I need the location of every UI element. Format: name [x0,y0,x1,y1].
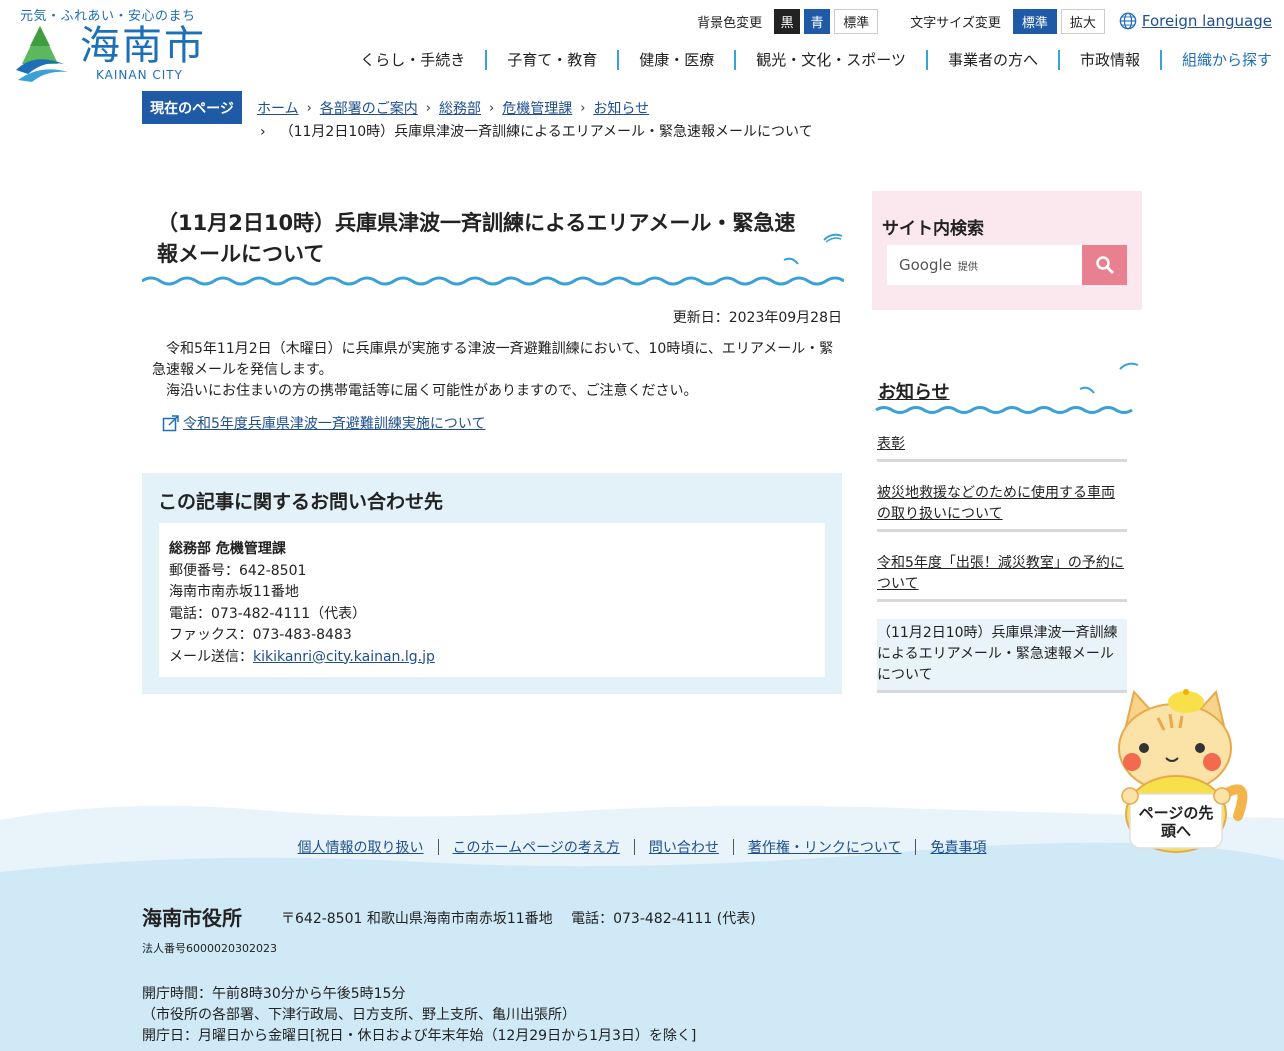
footer-link-disclaimer[interactable]: 免責事項 [916,837,1000,857]
footer-links: 個人情報の取り扱い このホームページの考え方 問い合わせ 著作権・リンクについて… [0,822,1284,872]
contact-mail-link[interactable]: kikikanri@city.kainan.lg.jp [253,649,435,665]
breadcrumb-crisis-management[interactable]: 危機管理課 [502,98,572,118]
provided-label: 提供 [957,261,978,273]
breadcrumb-general-affairs[interactable]: 総務部 [439,98,481,118]
chevron-right-icon: › [306,100,312,116]
breadcrumb-home[interactable]: ホーム [257,98,299,118]
footer-link-copyright[interactable]: 著作権・リンクについて [734,837,916,857]
contact-address: 海南市南赤坂11番地 [169,584,299,600]
list-item-current: （11月2日10時）兵庫県津波一斉訓練によるエリアメール・緊急速報メールについて [877,619,1127,693]
breadcrumb-label: 現在のページ [142,91,242,124]
list-item: 令和5年度「出張！減災教室」の予約について [877,549,1127,602]
bg-black-button[interactable]: 黒 [774,8,801,34]
search-input[interactable]: Google 提供 [887,245,1082,285]
chevron-right-icon: › [260,124,266,140]
external-link-icon [162,415,179,432]
news-list: 表彰 被災地救援などのために使用する車両の取り扱いについて 令和5年度「出張！減… [877,430,1127,710]
back-to-top-label: ページの先頭へ [1138,804,1214,840]
list-item: 被災地救援などのために使用する車両の取り扱いについて [877,479,1127,532]
back-to-top-button[interactable]: ページの先頭へ [1112,686,1252,858]
logo-en: KAINAN CITY [96,68,183,82]
footer-hours-line: 開庁時間：午前8時30分から午後5時15分 [142,986,406,1002]
article-paragraph: 令和5年11月2日（木曜日）に兵庫県が実施する津波一斉避難訓練において、10時頃… [152,341,834,378]
site-logo[interactable]: 元気・ふれあい・安心のまち 海南市 KAINAN CITY [14,4,214,86]
external-link-row: 令和5年度兵庫県津波一斉避難訓練実施について [162,413,486,433]
contact-section: この記事に関するお問い合わせ先 総務部 危機管理課 郵便番号：642-8501 … [142,473,842,694]
chevron-right-icon: › [425,100,431,116]
contact-fax: ファックス：073-483-8483 [169,627,352,643]
news-heading[interactable]: お知らせ [878,378,950,404]
site-search: サイト内検索 Google 提供 [872,191,1142,310]
contact-mail-row: メール送信：kikikanri@city.kainan.lg.jp [169,647,815,669]
footer-link-privacy[interactable]: 個人情報の取り扱い [284,837,438,857]
news-link-award[interactable]: 表彰 [877,436,905,452]
footer-link-policy[interactable]: このホームページの考え方 [439,837,634,857]
search-button[interactable] [1082,245,1127,285]
font-large-button[interactable]: 拡大 [1060,8,1105,34]
footer-main: 海南市役所 〒642-8501 和歌山県海南市南赤坂11番地 電話：073-48… [0,872,1284,1051]
nav-item-health[interactable]: 健康・医療 [617,50,734,70]
title-wave-icon [142,233,844,286]
nav-item-living[interactable]: くらし・手続き [340,50,485,70]
footer-days: 開庁日：月曜日から金曜日[祝日・休日および年末年始（12月29日から1月3日）を… [142,1028,697,1044]
contact-phone: 電話：073-482-4111（代表） [169,605,367,622]
breadcrumb-departments[interactable]: 各部署のご案内 [320,98,418,118]
nav-item-city-info[interactable]: 市政情報 [1057,50,1160,70]
font-size-label: 文字サイズ変更 [910,15,1001,31]
footer-address: 〒642-8501 和歌山県海南市南赤坂11番地 電話：073-482-4111… [281,911,756,927]
nav-item-tourism[interactable]: 観光・文化・スポーツ [734,50,926,70]
foreign-language-link[interactable]: Foreign language [1142,12,1272,30]
footer-corp-number: 法人番号6000020302023 [142,942,277,955]
nav-item-organization[interactable]: 組織から探す [1159,50,1272,70]
footer-hours-note: （市役所の各部署、下津行政局、日方支所、野上支所、亀川出張所） [142,1007,576,1023]
search-title: サイト内検索 [882,219,984,239]
contact-mail-label: メール送信： [169,648,253,665]
news-link-class[interactable]: 令和5年度「出張！減災教室」の予約について [877,555,1124,592]
updated-date: 更新日：2023年09月28日 [672,310,842,326]
logo-mark-icon [16,26,68,82]
contact-dept: 総務部 危機管理課 [169,541,286,557]
breadcrumb: ホーム › 各部署のご案内 › 総務部 › 危機管理課 › お知らせ [257,98,649,118]
bg-color-label: 背景色変更 [697,15,763,31]
google-label: Google [899,256,952,274]
logo-name: 海南市 [80,23,206,69]
globe-icon [1119,12,1137,30]
contact-box: 総務部 危機管理課 郵便番号：642-8501 海南市南赤坂11番地 電話：07… [159,523,825,677]
utility-bar: 背景色変更 黒 青 標準 文字サイズ変更 標準 拡大 Foreign langu… [697,8,1272,34]
breadcrumb-current: （11月2日10時）兵庫県津波一斉訓練によるエリアメール・緊急速報メールについて [279,124,813,140]
nav-item-business[interactable]: 事業者の方へ [925,50,1058,70]
bg-blue-button[interactable]: 青 [804,8,831,34]
chevron-right-icon: › [489,100,495,116]
contact-postal: 郵便番号：642-8501 [169,562,307,579]
breadcrumb-news[interactable]: お知らせ [593,98,649,118]
breadcrumb-current-row: › （11月2日10時）兵庫県津波一斉訓練によるエリアメール・緊急速報メールについ… [260,121,813,141]
chevron-right-icon: › [580,100,586,116]
footer-org: 海南市役所 [142,906,242,930]
global-nav: くらし・手続き 子育て・教育 健康・医療 観光・文化・スポーツ 事業者の方へ 市… [340,48,1272,72]
news-link-vehicles[interactable]: 被災地救援などのために使用する車両の取り扱いについて [877,485,1115,522]
article-paragraph: 海沿いにお住まいの方の携帯電話等に届く可能性がありますので、ご注意ください。 [166,383,698,399]
contact-heading: この記事に関するお問い合わせ先 [158,491,444,513]
list-item: 表彰 [877,430,1127,462]
article-body: 令和5年11月2日（木曜日）に兵庫県が実施する津波一斉避難訓練において、10時頃… [152,339,842,402]
font-standard-button[interactable]: 標準 [1012,8,1057,34]
drill-info-link[interactable]: 令和5年度兵庫県津波一斉避難訓練実施について [183,413,486,433]
bg-standard-button[interactable]: 標準 [834,8,879,34]
search-icon [1095,256,1114,274]
nav-item-childcare[interactable]: 子育て・教育 [485,50,617,70]
footer-link-inquiry[interactable]: 問い合わせ [635,837,733,857]
footer-hours: 開庁時間：午前8時30分から午後5時15分 （市役所の各部署、下津行政局、日方支… [142,984,696,1047]
